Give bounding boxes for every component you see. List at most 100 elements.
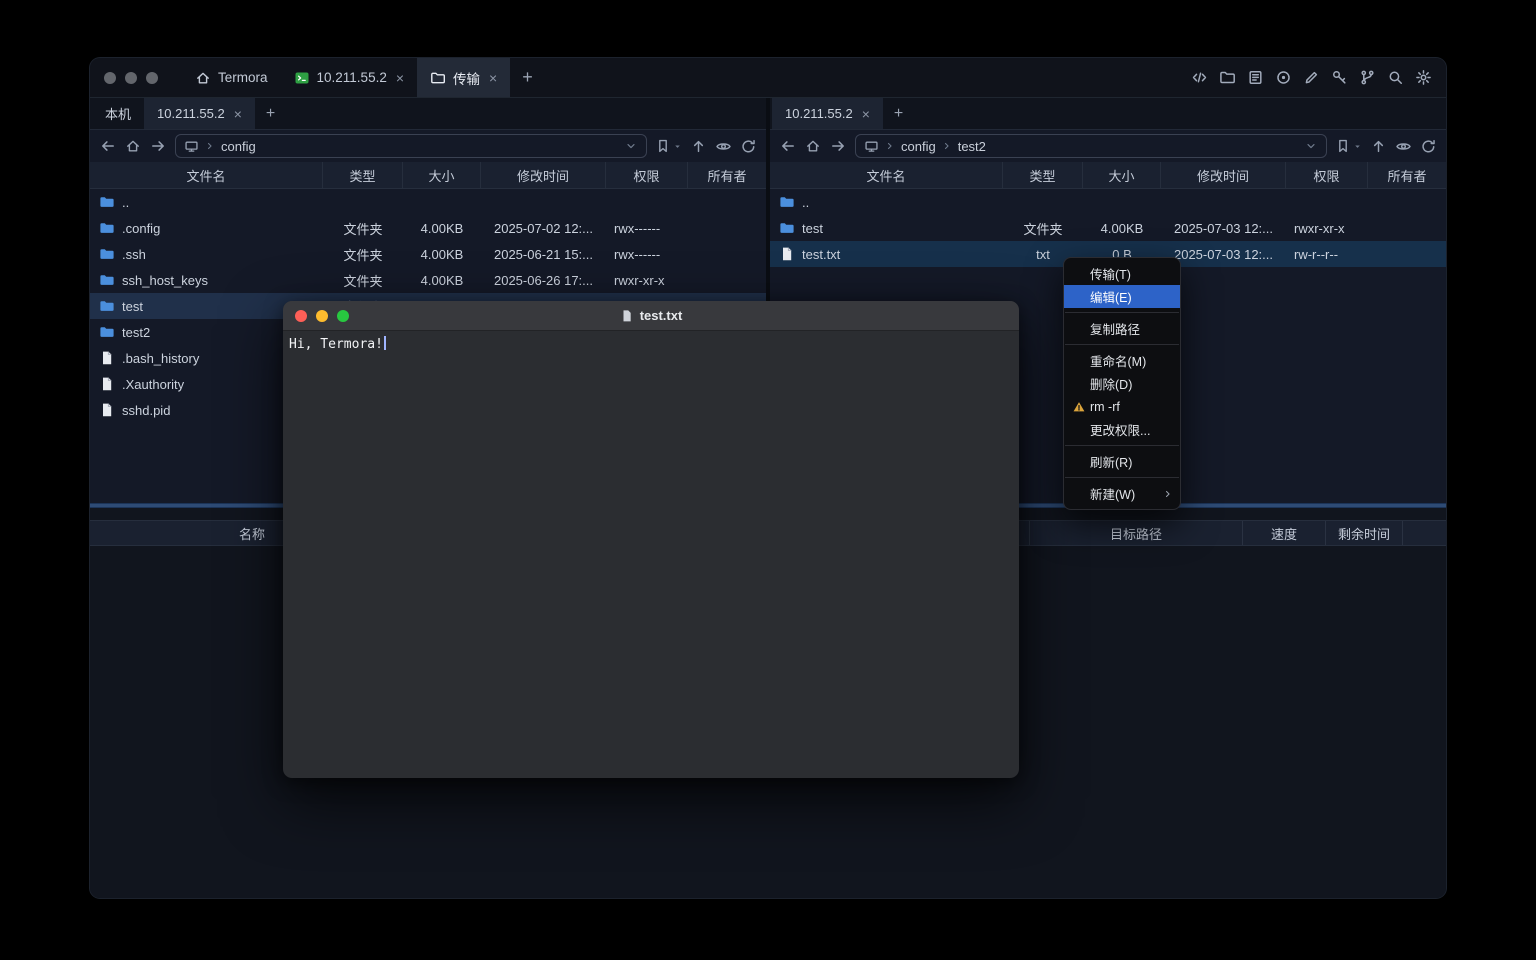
breadcrumb-item[interactable]: config [901,139,936,154]
breadcrumb-item[interactable]: test2 [958,139,986,154]
panel-new-tab-button[interactable]: + [883,98,914,129]
record-icon[interactable] [1275,69,1292,86]
menu-item-删除(D)[interactable]: 删除(D) [1064,372,1180,395]
forward-button[interactable] [829,137,847,155]
maximize-window-button[interactable] [146,72,158,84]
settings-icon[interactable] [1415,69,1432,86]
terminal-icon [294,70,310,86]
menu-item-新建(W)[interactable]: 新建(W) [1064,482,1180,505]
transfer-column-目标路径: 目标路径 [1030,521,1243,545]
file-row[interactable]: .. [770,189,1446,215]
file-size: 4.00KB [403,215,481,241]
folder-icon [99,298,115,314]
file-modified [481,189,606,215]
column-header-修改时间[interactable]: 修改时间 [481,162,606,188]
file-name: .. [802,195,809,210]
edit-icon[interactable] [1303,69,1320,86]
close-tab-icon[interactable]: × [234,107,242,121]
log-icon[interactable] [1247,69,1264,86]
minimize-window-button[interactable] [316,310,328,322]
forward-button[interactable] [149,137,167,155]
tab-label: 10.211.55.2 [317,70,387,85]
tab-label: Termora [218,70,268,85]
column-header-所有者[interactable]: 所有者 [1368,162,1446,188]
refresh-button[interactable] [740,138,757,155]
titlebar-icons [1191,69,1432,86]
menu-icon-slot [1071,487,1087,501]
parent-dir-button[interactable] [1370,138,1387,155]
panel-tab-10.211.55.2[interactable]: 10.211.55.2× [772,98,883,129]
close-tab-icon[interactable]: × [396,71,404,85]
panel-tab-本机[interactable]: 本机 [92,98,144,129]
key-icon[interactable] [1331,69,1348,86]
column-header-权限[interactable]: 权限 [1286,162,1368,188]
file-row[interactable]: .ssh文件夹4.00KB2025-06-21 15:...rwx------ [90,241,766,267]
refresh-button[interactable] [1420,138,1437,155]
file-name: .. [122,195,129,210]
home-button[interactable] [805,138,821,154]
window-tab-Termora[interactable]: Termora [182,58,281,97]
editor-content[interactable]: Hi, Termora! [283,331,1019,778]
close-tab-icon[interactable]: × [489,71,497,85]
close-window-button[interactable] [295,310,307,322]
window-tab-10.211.55.2[interactable]: 10.211.55.2 × [281,58,418,97]
code-icon[interactable] [1191,69,1208,86]
window-tab-传输[interactable]: 传输× [417,58,510,97]
search-icon[interactable] [1387,69,1404,86]
file-name: test [802,221,823,236]
menu-item-复制路径[interactable]: 复制路径 [1064,317,1180,340]
panel-tab-10.211.55.2[interactable]: 10.211.55.2× [144,98,255,129]
minimize-window-button[interactable] [125,72,137,84]
file-row[interactable]: ssh_host_keys文件夹4.00KB2025-06-26 17:...r… [90,267,766,293]
bookmark-button[interactable] [1335,138,1362,154]
path-bar[interactable]: config [175,134,647,158]
menu-item-label: 复制路径 [1090,319,1140,338]
column-header-类型[interactable]: 类型 [1003,162,1083,188]
path-dropdown-icon[interactable] [624,139,638,153]
menu-item-传输(T)[interactable]: 传输(T) [1064,262,1180,285]
back-button[interactable] [99,137,117,155]
menu-item-更改权限...[interactable]: 更改权限... [1064,418,1180,441]
column-header-大小[interactable]: 大小 [1083,162,1161,188]
close-tab-icon[interactable]: × [862,107,870,121]
menu-item-重命名(M)[interactable]: 重命名(M) [1064,349,1180,372]
folder-icon [99,324,115,340]
breadcrumb-chevron-icon [204,140,216,152]
file-name: ssh_host_keys [122,273,208,288]
file-name: .Xauthority [122,377,184,392]
menu-item-刷新(R)[interactable]: 刷新(R) [1064,450,1180,473]
column-header-类型[interactable]: 类型 [323,162,403,188]
breadcrumb-item[interactable]: config [221,139,256,154]
column-header-权限[interactable]: 权限 [606,162,688,188]
show-hidden-button[interactable] [1395,138,1412,155]
maximize-window-button[interactable] [337,310,349,322]
computer-icon [184,139,199,154]
file-row[interactable]: .. [90,189,766,215]
menu-item-rm -rf[interactable]: rm -rf [1064,395,1180,418]
file-row[interactable]: test文件夹4.00KB2025-07-03 12:...rwxr-xr-x [770,215,1446,241]
file-row[interactable]: .config文件夹4.00KB2025-07-02 12:...rwx----… [90,215,766,241]
menu-item-编辑(E)[interactable]: 编辑(E) [1064,285,1180,308]
panel-new-tab-button[interactable]: + [255,98,286,129]
folder-icon[interactable] [1219,69,1236,86]
bookmark-button[interactable] [655,138,682,154]
column-header-所有者[interactable]: 所有者 [688,162,766,188]
back-button[interactable] [779,137,797,155]
new-tab-button[interactable]: + [510,58,545,97]
column-header-大小[interactable]: 大小 [403,162,481,188]
close-window-button[interactable] [104,72,116,84]
branch-icon[interactable] [1359,69,1376,86]
file-owner [1368,215,1446,241]
editor-text: Hi, Termora! [289,337,383,352]
path-dropdown-icon[interactable] [1304,139,1318,153]
column-header-文件名[interactable]: 文件名 [90,162,323,188]
file-type: 文件夹 [323,267,403,293]
home-button[interactable] [125,138,141,154]
editor-titlebar[interactable]: test.txt [283,301,1019,331]
parent-dir-button[interactable] [690,138,707,155]
column-header-文件名[interactable]: 文件名 [770,162,1003,188]
column-header-修改时间[interactable]: 修改时间 [1161,162,1286,188]
file-owner [688,215,766,241]
show-hidden-button[interactable] [715,138,732,155]
path-bar[interactable]: config test2 [855,134,1327,158]
